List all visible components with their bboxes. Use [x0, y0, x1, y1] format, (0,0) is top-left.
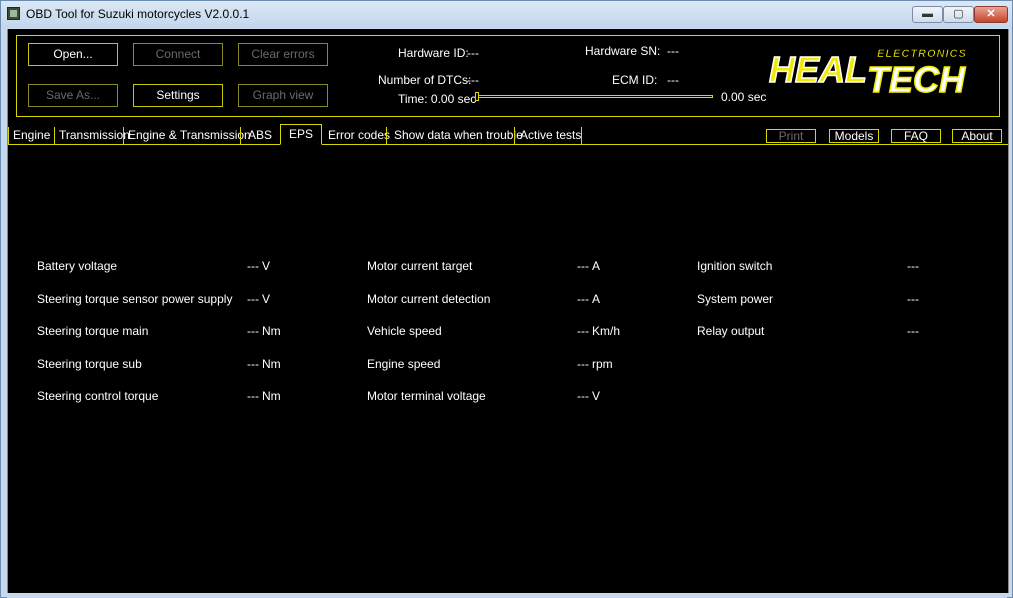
- param-label: System power: [697, 292, 774, 306]
- hardware-sn-value: ---: [667, 44, 679, 58]
- param-value: ---: [247, 389, 259, 403]
- param-label: Steering torque sub: [37, 357, 142, 371]
- param-value: ---: [577, 357, 589, 371]
- param-value: ---: [247, 324, 259, 338]
- param-value: ---: [577, 259, 589, 273]
- app-icon[interactable]: [7, 7, 20, 20]
- param-unit: Nm: [262, 324, 281, 338]
- time-end-label: 0.00 sec: [721, 90, 767, 104]
- clear-errors-button[interactable]: Clear errors: [238, 43, 328, 66]
- window-bottom-border: [7, 593, 1007, 598]
- dtc-count-value: ---: [467, 73, 479, 87]
- minimize-button[interactable]: ▬: [912, 6, 943, 23]
- param-unit: V: [262, 292, 271, 306]
- param-label: Relay output: [697, 324, 765, 338]
- tab-engine-transmission[interactable]: Engine & Transmission: [128, 127, 251, 144]
- param-unit: V: [592, 389, 601, 403]
- tab-engine[interactable]: Engine: [13, 127, 50, 144]
- param-label: Motor current detection: [367, 292, 491, 306]
- header-panel: Open... Connect Clear errors Save As... …: [16, 35, 1000, 117]
- hardware-id-value: ---: [467, 46, 479, 60]
- tab-active-tests[interactable]: Active tests: [520, 127, 581, 144]
- tab-eps[interactable]: EPS: [280, 124, 322, 145]
- title-bar[interactable]: OBD Tool for Suzuki motorcycles V2.0.0.1…: [1, 1, 1012, 28]
- tab-separator: [240, 127, 241, 144]
- param-value: ---: [577, 292, 589, 306]
- param-label: Steering torque sensor power supply: [37, 292, 233, 306]
- tab-strip-border: [8, 144, 1008, 145]
- param-value: ---: [577, 324, 589, 338]
- app-window: OBD Tool for Suzuki motorcycles V2.0.0.1…: [0, 0, 1013, 598]
- hardware-id-label: Hardware ID:: [398, 46, 469, 60]
- logo-tech-text: TECH: [867, 59, 966, 100]
- about-button[interactable]: About: [952, 129, 1002, 143]
- time-slider-track[interactable]: [475, 95, 713, 98]
- param-value: ---: [247, 357, 259, 371]
- healtech-logo: ELECTRONICS HEAL TECH: [768, 48, 967, 101]
- param-label: Ignition switch: [697, 259, 773, 273]
- tab-separator: [386, 127, 387, 144]
- connect-button[interactable]: Connect: [133, 43, 223, 66]
- ecm-id-value: ---: [667, 73, 679, 87]
- param-value: ---: [907, 324, 919, 338]
- param-unit: A: [592, 292, 601, 306]
- param-label: Engine speed: [367, 357, 441, 371]
- param-label: Steering torque main: [37, 324, 149, 338]
- tab-separator: [123, 127, 124, 144]
- param-value: ---: [907, 259, 919, 273]
- param-unit: V: [262, 259, 271, 273]
- param-unit: Km/h: [592, 324, 621, 338]
- models-button[interactable]: Models: [829, 129, 879, 143]
- window-title: OBD Tool for Suzuki motorcycles V2.0.0.1: [26, 7, 250, 21]
- param-unit: Nm: [262, 389, 281, 403]
- param-unit: rpm: [592, 357, 613, 371]
- tab-separator: [514, 127, 515, 144]
- param-unit: A: [592, 259, 601, 273]
- client-area: Open... Connect Clear errors Save As... …: [7, 29, 1009, 593]
- tab-transmission[interactable]: Transmission: [59, 127, 130, 144]
- tab-abs[interactable]: ABS: [248, 127, 272, 144]
- print-button[interactable]: Print: [766, 129, 816, 143]
- param-label: Vehicle speed: [367, 324, 442, 338]
- open-button[interactable]: Open...: [28, 43, 118, 66]
- param-label: Motor terminal voltage: [367, 389, 486, 403]
- graph-view-button[interactable]: Graph view: [238, 84, 328, 107]
- param-label: Steering control torque: [37, 389, 159, 403]
- tab-show-data-when-trouble[interactable]: Show data when trouble: [394, 127, 523, 144]
- param-value: ---: [247, 292, 259, 306]
- tab-error-codes[interactable]: Error codes: [328, 127, 390, 144]
- tab-separator: [581, 127, 582, 144]
- param-label: Motor current target: [367, 259, 473, 273]
- maximize-button[interactable]: ▢: [943, 6, 974, 23]
- param-label: Battery voltage: [37, 259, 118, 273]
- faq-button[interactable]: FAQ: [891, 129, 941, 143]
- time-slider-thumb[interactable]: [475, 92, 479, 101]
- save-as-button[interactable]: Save As...: [28, 84, 118, 107]
- param-value: ---: [247, 259, 259, 273]
- ecm-id-label: ECM ID:: [612, 73, 658, 87]
- logo-heal-text: HEAL: [769, 49, 867, 90]
- param-unit: Nm: [262, 357, 281, 371]
- tab-separator: [54, 127, 55, 144]
- param-value: ---: [577, 389, 589, 403]
- close-button[interactable]: ✕: [974, 6, 1008, 23]
- param-value: ---: [907, 292, 919, 306]
- tab-separator: [8, 127, 9, 144]
- time-label: Time: 0.00 sec: [398, 92, 477, 106]
- dtc-count-label: Number of DTCs:: [378, 73, 472, 87]
- hardware-sn-label: Hardware SN:: [585, 44, 661, 58]
- settings-button[interactable]: Settings: [133, 84, 223, 107]
